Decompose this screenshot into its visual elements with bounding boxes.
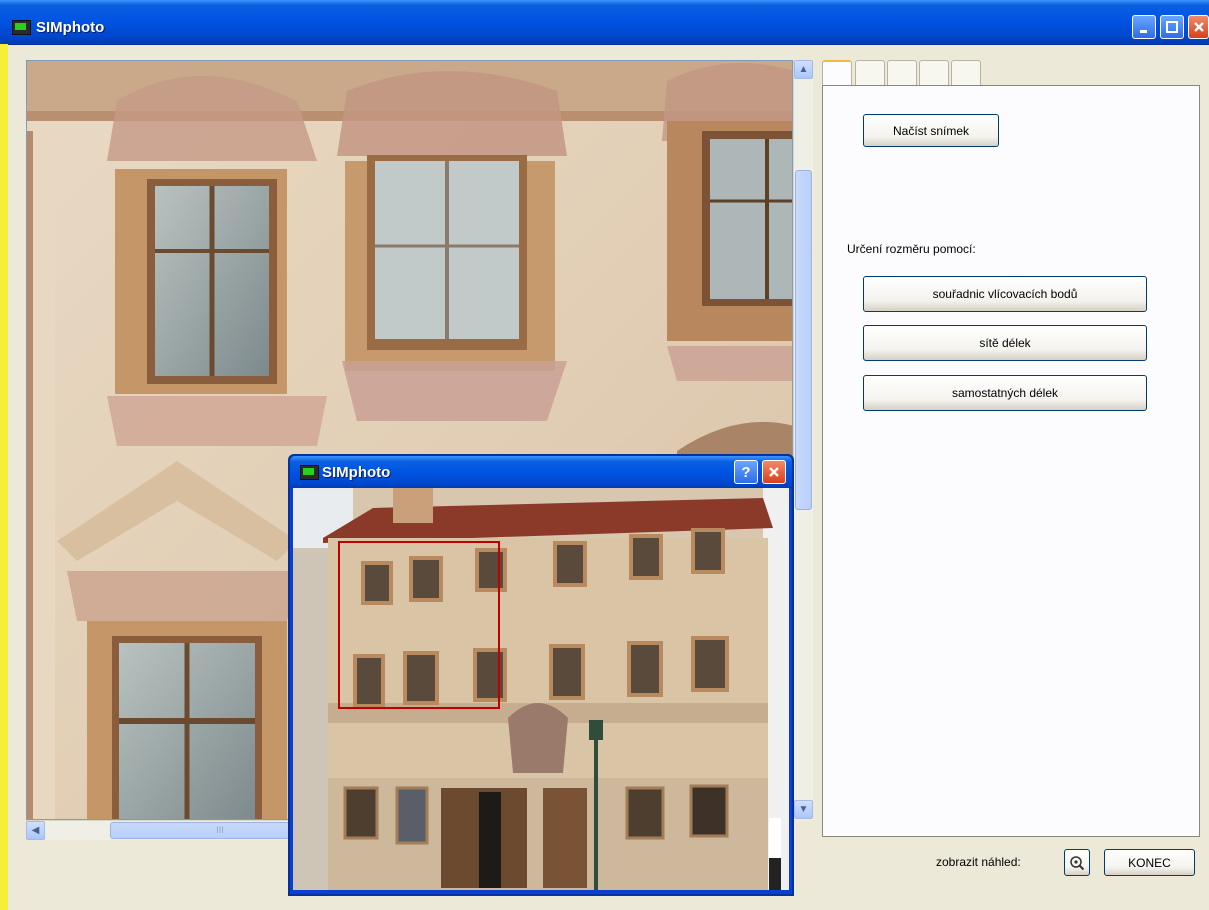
control-panel: Načíst snímek Určení rozměru pomocí: sou… [822, 85, 1200, 837]
tab-3[interactable] [887, 60, 917, 86]
load-image-button[interactable]: Načíst snímek [863, 114, 999, 147]
close-icon[interactable] [1188, 15, 1209, 39]
main-window: SIMphoto ▲ ▼ ◀ III Načíst snímek Určení … [0, 0, 1209, 910]
dialog-title-bar: SIMphoto ? [290, 456, 792, 488]
title-bar: SIMphoto [0, 0, 1209, 45]
preview-label: zobrazit náhled: [936, 855, 1021, 869]
app-icon [300, 465, 319, 480]
vertical-scroll-thumb[interactable] [795, 170, 812, 510]
scroll-down-arrow-icon[interactable]: ▼ [794, 800, 813, 819]
maximize-icon[interactable] [1160, 15, 1184, 39]
control-points-button[interactable]: souřadnic vlícovacích bodů [863, 276, 1147, 312]
facade-overview-drawing [293, 488, 789, 890]
help-icon[interactable]: ? [734, 460, 758, 484]
preview-dialog: SIMphoto ? [288, 454, 794, 896]
minimize-icon[interactable] [1132, 15, 1156, 39]
vertical-scrollbar[interactable]: ▲ ▼ [793, 60, 813, 820]
close-icon[interactable] [762, 460, 786, 484]
scroll-left-arrow-icon[interactable]: ◀ [26, 821, 45, 840]
end-button[interactable]: KONEC [1104, 849, 1195, 876]
tab-5[interactable] [951, 60, 981, 86]
dialog-title: SIMphoto [322, 464, 391, 481]
zoom-icon[interactable] [1064, 849, 1090, 876]
length-grid-button[interactable]: sítě délek [863, 325, 1147, 361]
separate-lengths-button[interactable]: samostatných délek [863, 375, 1147, 411]
app-icon [12, 20, 31, 35]
window-border [0, 44, 8, 910]
scroll-up-arrow-icon[interactable]: ▲ [794, 60, 813, 79]
tab-1[interactable] [822, 60, 852, 87]
tab-4[interactable] [919, 60, 949, 86]
facade-overview-image[interactable] [293, 488, 789, 890]
measure-section-label: Určení rozměru pomocí: [847, 242, 976, 256]
tab-2[interactable] [855, 60, 885, 86]
window-title: SIMphoto [36, 19, 105, 36]
